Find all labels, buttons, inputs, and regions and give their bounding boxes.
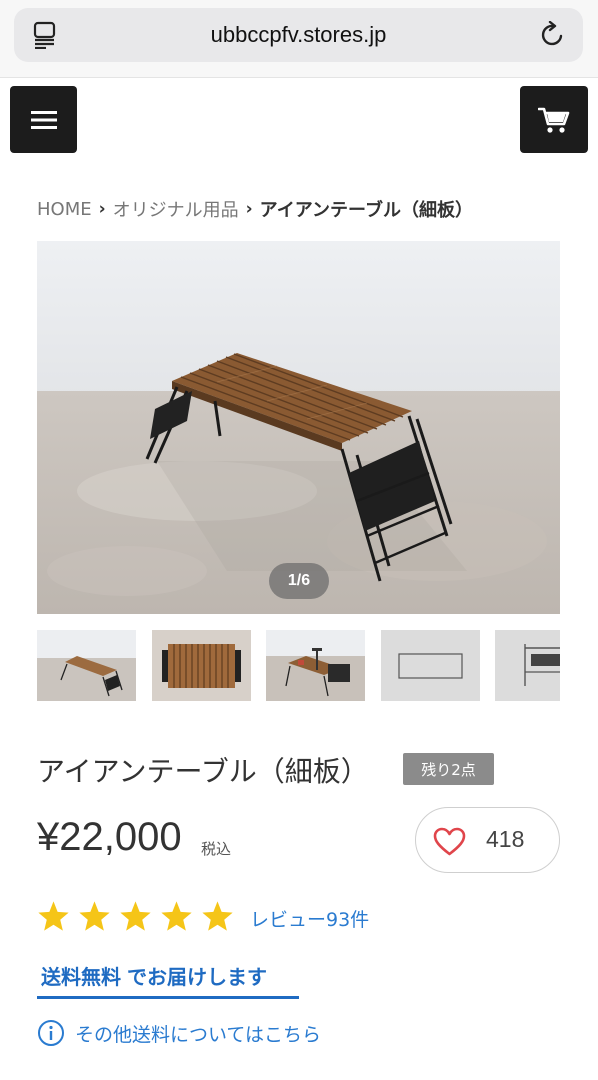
url-text[interactable]: ubbccpfv.stores.jp	[14, 22, 583, 48]
thumbnail-4[interactable]	[381, 630, 480, 701]
image-counter: 1/6	[269, 563, 329, 599]
browser-url-bar: ubbccpfv.stores.jp	[0, 0, 598, 78]
product-main-image[interactable]	[37, 241, 560, 614]
review-link[interactable]: レビュー93件	[250, 905, 369, 932]
breadcrumb: HOME › オリジナル用品 › アイアンテーブル（細板）	[37, 196, 473, 222]
tax-label: 税込	[201, 840, 232, 858]
free-shipping-banner: 送料無料 でお届けします	[37, 961, 299, 999]
favorite-button[interactable]: 418	[415, 807, 560, 873]
favorite-count: 418	[486, 826, 525, 852]
address-field[interactable]: ubbccpfv.stores.jp	[14, 8, 583, 62]
thumbnail-5[interactable]	[495, 630, 560, 701]
chevron-right-icon: ›	[98, 199, 106, 219]
star-icon	[161, 901, 192, 931]
breadcrumb-category-link[interactable]: オリジナル用品	[113, 196, 239, 222]
star-icon	[79, 901, 110, 931]
star-icon	[202, 901, 233, 931]
hamburger-icon	[30, 110, 57, 129]
star-icon	[120, 901, 151, 931]
free-shipping-label: 送料無料	[41, 965, 121, 989]
thumbnail-1[interactable]	[37, 630, 136, 701]
heart-icon	[433, 827, 466, 856]
product-title: アイアンテーブル（細板）	[37, 755, 369, 788]
star-icon	[38, 901, 69, 931]
chevron-right-icon: ›	[245, 199, 253, 219]
menu-button[interactable]	[10, 86, 77, 153]
rating-stars	[37, 900, 234, 933]
reload-icon[interactable]	[539, 21, 567, 49]
cart-button[interactable]	[520, 86, 588, 153]
thumbnail-2[interactable]	[152, 630, 251, 701]
thumbnail-strip	[37, 630, 560, 701]
breadcrumb-home-link[interactable]: HOME	[37, 199, 92, 220]
stock-badge: 残り2点	[403, 753, 494, 785]
cart-icon	[538, 107, 570, 133]
shipping-info-link[interactable]: その他送料についてはこちら	[37, 1019, 321, 1047]
shipping-info-text[interactable]: その他送料についてはこちら	[75, 1020, 321, 1047]
breadcrumb-current: アイアンテーブル（細板）	[259, 200, 473, 221]
info-icon	[38, 1020, 64, 1046]
product-price: ¥22,000	[37, 815, 182, 859]
free-shipping-text: でお届けします	[127, 965, 267, 989]
thumbnail-3[interactable]	[266, 630, 365, 701]
